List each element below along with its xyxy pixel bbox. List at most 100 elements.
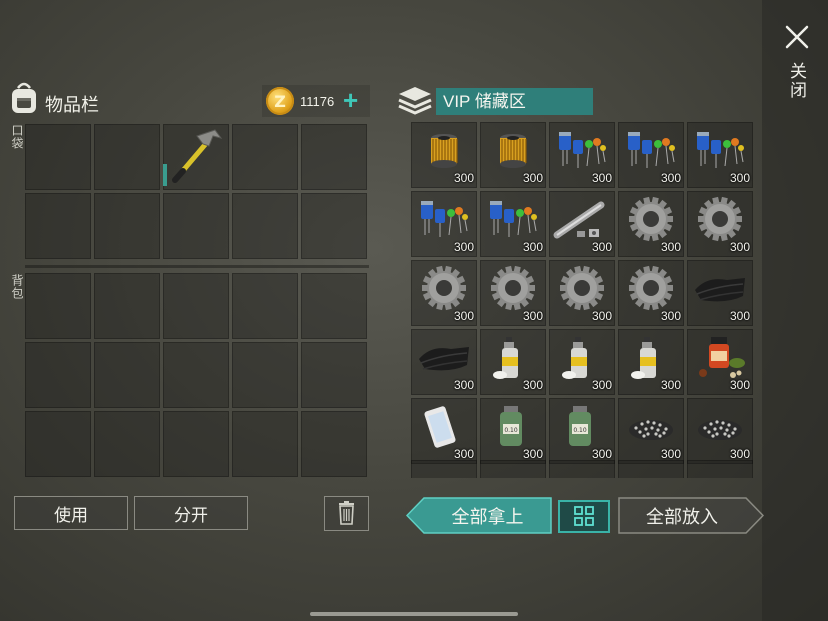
item-quantity: 300 [453, 378, 474, 392]
backpack-slot[interactable] [232, 273, 298, 339]
vip-slot[interactable] [480, 460, 546, 478]
close-icon[interactable] [784, 24, 810, 50]
vip-slot[interactable]: 300 [687, 260, 753, 326]
backpack-slot[interactable] [301, 342, 367, 408]
vip-slot[interactable] [618, 460, 684, 478]
vip-slot[interactable]: 300 [687, 329, 753, 395]
vip-slot[interactable]: 300 [618, 260, 684, 326]
take-all-label: 全部拿上 [451, 506, 524, 527]
vip-slot[interactable]: 300 [618, 122, 684, 188]
svg-text:0.10: 0.10 [504, 427, 518, 434]
backpack-slot[interactable] [94, 411, 160, 477]
vip-slot[interactable]: 300 [687, 122, 753, 188]
vip-slot[interactable]: 300 [411, 260, 477, 326]
vip-slot[interactable]: 300 [411, 191, 477, 257]
split-button[interactable]: 分开 [134, 496, 248, 530]
pocket-slot[interactable] [25, 193, 91, 259]
item-quantity: 300 [729, 378, 750, 392]
item-quantity: 300 [660, 171, 681, 185]
item-quantity: 300 [591, 447, 612, 461]
pocket-slot[interactable] [301, 193, 367, 259]
vip-slot[interactable] [549, 460, 615, 478]
pocket-slot[interactable] [232, 124, 298, 190]
inventory-title: 物品栏 [45, 95, 99, 115]
item-quantity: 300 [522, 171, 543, 185]
vip-slot[interactable]: 300 [618, 329, 684, 395]
vip-slot[interactable]: 300 [549, 122, 615, 188]
pocket-slot[interactable] [232, 193, 298, 259]
item-quantity: 300 [660, 240, 681, 254]
svg-text:0.10: 0.10 [573, 427, 587, 434]
vip-slot[interactable]: 300 [687, 191, 753, 257]
vip-slot[interactable]: 300 [480, 191, 546, 257]
pocket-slot[interactable] [94, 193, 160, 259]
item-quantity: 300 [660, 378, 681, 392]
add-coins-button[interactable]: + [343, 87, 358, 113]
vip-storage-grid: 300 300 300 300 300 300 300 300 300 300 300 300 300 3… [411, 122, 753, 464]
coin-count: 11176 [300, 94, 335, 109]
item-quantity: 300 [660, 309, 681, 323]
backpack-slot[interactable] [94, 342, 160, 408]
backpack-slot[interactable] [232, 411, 298, 477]
item-quantity: 300 [453, 309, 474, 323]
vip-slot[interactable] [687, 460, 753, 478]
vip-slot[interactable]: 300 [549, 191, 615, 257]
vip-storage-next-row [411, 460, 756, 478]
backpack-icon [8, 80, 40, 116]
item-quantity: 300 [729, 171, 750, 185]
sort-grid-button[interactable] [558, 500, 610, 533]
vip-slot[interactable]: 300 [480, 260, 546, 326]
backpack-slot[interactable] [25, 411, 91, 477]
vip-slot[interactable]: 300 [618, 398, 684, 464]
item-quantity: 300 [522, 240, 543, 254]
item-quantity: 300 [591, 240, 612, 254]
trash-icon [339, 501, 354, 525]
hammer-icon [163, 129, 223, 186]
vip-slot[interactable]: 0.10 300 [549, 398, 615, 464]
use-button[interactable]: 使用 [14, 496, 128, 530]
close-button-label[interactable]: 关闭 [786, 62, 806, 100]
vip-slot[interactable]: 300 [480, 329, 546, 395]
item-quantity: 300 [453, 171, 474, 185]
pocket-label: 口袋 [10, 124, 24, 150]
pocket-slot[interactable] [163, 124, 229, 190]
put-all-button[interactable]: 全部放入 [618, 497, 764, 534]
home-indicator [310, 612, 518, 616]
vip-slot[interactable]: 300 [549, 329, 615, 395]
item-quantity: 300 [591, 378, 612, 392]
backpack-slot[interactable] [301, 273, 367, 339]
item-quantity: 300 [660, 447, 681, 461]
vip-slot[interactable] [411, 460, 477, 478]
vip-slot[interactable]: 300 [411, 329, 477, 395]
item-quantity: 300 [453, 240, 474, 254]
pocket-slot[interactable] [163, 193, 229, 259]
vip-slot[interactable]: 300 [480, 122, 546, 188]
backpack-slot[interactable] [94, 273, 160, 339]
vip-storage-title: VIP 储藏区 [436, 88, 593, 115]
vip-slot[interactable]: 0.10 300 [480, 398, 546, 464]
backpack-slot[interactable] [25, 273, 91, 339]
backpack-slot[interactable] [232, 342, 298, 408]
take-all-button[interactable]: 全部拿上 [406, 497, 552, 534]
pocket-slot[interactable] [25, 124, 91, 190]
vip-slot[interactable]: 300 [687, 398, 753, 464]
trash-button[interactable] [324, 496, 369, 531]
backpack-slot[interactable] [163, 273, 229, 339]
vip-slot[interactable]: 300 [618, 191, 684, 257]
pocket-slot[interactable] [94, 124, 160, 190]
backpack-slot[interactable] [25, 342, 91, 408]
item-quantity: 300 [729, 447, 750, 461]
item-quantity: 300 [729, 240, 750, 254]
pocket-grid [25, 124, 367, 259]
pocket-slot[interactable] [301, 124, 367, 190]
vip-slot[interactable]: 300 [411, 398, 477, 464]
backpack-grid [25, 273, 367, 477]
backpack-slot[interactable] [163, 342, 229, 408]
backpack-slot[interactable] [163, 411, 229, 477]
vip-slot[interactable]: 300 [411, 122, 477, 188]
item-quantity: 300 [453, 447, 474, 461]
storage-icon [397, 82, 433, 116]
backpack-slot[interactable] [301, 411, 367, 477]
backpack-label: 背包 [10, 274, 24, 300]
vip-slot[interactable]: 300 [549, 260, 615, 326]
